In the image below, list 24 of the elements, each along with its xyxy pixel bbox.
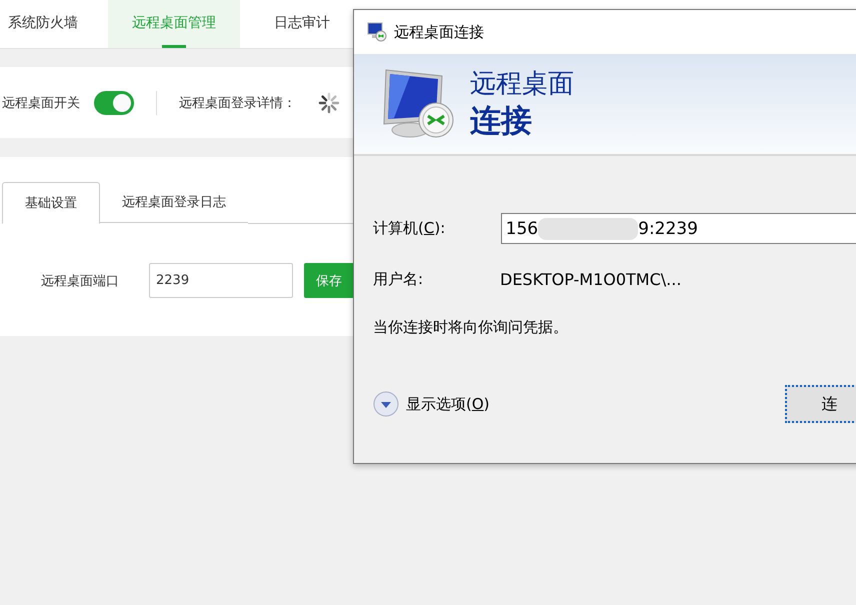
window-title: 远程桌面连接 (394, 22, 484, 42)
toggle-switch[interactable] (94, 90, 134, 114)
expand-icon[interactable] (373, 391, 399, 417)
credentials-note: 当你连接时将向你询问凭据。 (373, 318, 569, 337)
computer-label: 计算机(C): (373, 219, 446, 238)
port-input[interactable]: 2239 (149, 263, 293, 298)
banner-subtitle: 连接 (470, 102, 533, 141)
computer-field[interactable]: 156 9:2239 (500, 213, 856, 244)
username-value: DESKTOP-M1O0TMC\... (500, 270, 682, 289)
port-label: 远程桌面端口 (41, 272, 120, 290)
show-options-link[interactable]: 显示选项(O) (406, 394, 490, 414)
nav-tab[interactable]: 日志审计 (240, 0, 356, 48)
address-end: 9:2239 (638, 218, 698, 238)
loading-spinner-icon (318, 92, 340, 114)
address-start: 156 (506, 218, 538, 238)
details-label: 远程桌面登录详情： (179, 94, 296, 112)
remote-desktop-icon (367, 22, 387, 42)
settings-tab[interactable]: 远程桌面登录日志 (100, 182, 248, 223)
connect-button[interactable]: 连 (785, 385, 856, 423)
nav-tab[interactable]: 系统防火墙 (0, 0, 104, 48)
banner-title: 远程桌面 (470, 68, 574, 101)
settings-tab[interactable]: 基础设置 (2, 182, 100, 224)
switch-label: 远程桌面开关 (2, 94, 80, 112)
username-label: 用户名: (373, 270, 424, 289)
